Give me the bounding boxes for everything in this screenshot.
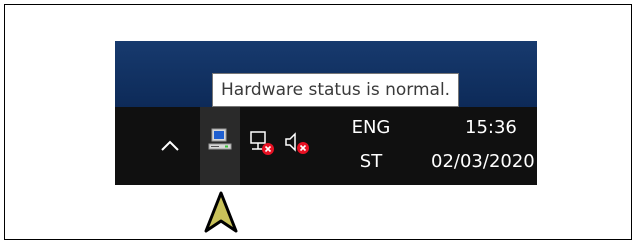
clock-date: 02/03/2020 <box>431 151 535 172</box>
pointer-arrow-icon <box>204 191 238 233</box>
chevron-up-icon[interactable] <box>159 135 181 157</box>
clock-area[interactable]: 15:36 02/03/2020 <box>431 117 537 185</box>
screenshot-crop: Hardware status is normal. ENG ST 15:36 … <box>115 41 537 185</box>
network-disconnected-icon[interactable] <box>248 129 276 157</box>
hardware-status-tray-button[interactable] <box>200 107 240 185</box>
language-line-1: ENG <box>351 117 391 138</box>
volume-muted-icon[interactable] <box>283 129 311 157</box>
computer-monitor-icon <box>208 128 232 150</box>
input-language-indicator[interactable]: ENG ST <box>351 117 391 185</box>
hardware-status-tooltip: Hardware status is normal. <box>212 73 460 107</box>
clock-time: 15:36 <box>465 117 517 138</box>
language-line-2: ST <box>359 151 383 172</box>
